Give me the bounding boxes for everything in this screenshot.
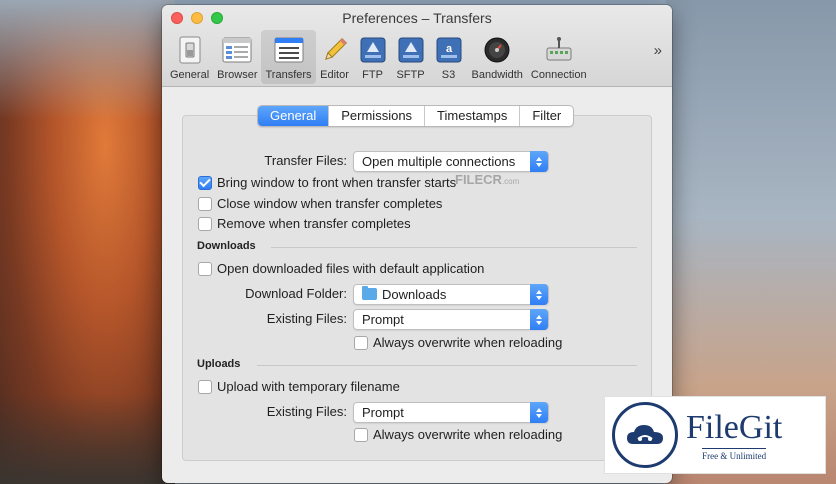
badge-name: FileGit [686, 408, 783, 446]
transfer-files-value: Open multiple connections [362, 154, 516, 169]
sftp-drive-icon [396, 35, 426, 65]
select-arrows-icon [530, 284, 548, 305]
remove-when-complete-checkbox[interactable] [198, 216, 212, 231]
toolbar-overflow-button[interactable]: » [654, 42, 662, 59]
filegit-badge: FileGit Free & Unlimited [604, 396, 826, 474]
download-existing-files-select[interactable]: Prompt [353, 309, 549, 330]
ftp-drive-icon [358, 35, 388, 65]
remove-when-complete-row[interactable]: Remove when transfer completes [198, 216, 411, 231]
download-always-overwrite-checkbox[interactable] [354, 335, 368, 350]
transfer-files-select[interactable]: Open multiple connections [353, 151, 549, 172]
select-arrows-icon [530, 151, 548, 172]
transfers-list-icon [274, 35, 304, 65]
toolbar-label: Transfers [265, 69, 312, 81]
bandwidth-gauge-icon [482, 35, 512, 65]
download-folder-value: Downloads [382, 287, 447, 302]
toolbar-connection[interactable]: Connection [527, 30, 591, 84]
remove-when-complete-label: Remove when transfer completes [217, 216, 411, 231]
toolbar-ftp[interactable]: FTP [354, 30, 392, 84]
bring-to-front-label: Bring window to front when transfer star… [217, 175, 457, 190]
toolbar-editor[interactable]: Editor [316, 30, 354, 84]
preferences-window: Preferences – Transfers General Browser … [162, 5, 672, 483]
downloads-heading: Downloads [197, 240, 256, 252]
connection-icon [544, 35, 574, 65]
toolbar-label: SFTP [396, 69, 425, 81]
close-window-row[interactable]: Close window when transfer completes [198, 196, 442, 211]
download-always-overwrite-label: Always overwrite when reloading [373, 335, 563, 350]
open-default-label: Open downloaded files with default appli… [217, 261, 485, 276]
downloads-separator [271, 247, 637, 248]
upload-existing-files-select[interactable]: Prompt [353, 402, 549, 423]
toolbar-label: Browser [217, 69, 258, 81]
desktop-wallpaper-valley [0, 394, 175, 484]
general-panel: Transfer Files: Open multiple connection… [182, 115, 652, 461]
s3-drive-icon: a [434, 35, 464, 65]
preferences-toolbar: General Browser Transfers Editor FTP SFT… [166, 30, 668, 84]
toolbar-label: Bandwidth [471, 69, 523, 81]
uploads-separator [257, 365, 637, 366]
badge-text: FileGit Free & Unlimited [686, 408, 783, 461]
tab-filter[interactable]: Filter [519, 106, 573, 126]
open-default-checkbox[interactable] [198, 261, 212, 276]
upload-always-overwrite-checkbox[interactable] [354, 427, 368, 442]
toolbar-bandwidth[interactable]: Bandwidth [468, 30, 527, 84]
badge-tagline: Free & Unlimited [702, 447, 767, 461]
close-window-label: Close window when transfer completes [217, 196, 443, 211]
toolbar-s3[interactable]: a S3 [430, 30, 468, 84]
toolbar-browser[interactable]: Browser [213, 30, 261, 84]
toolbar-label: General [170, 69, 210, 81]
title-bar: Preferences – Transfers General Browser … [162, 5, 672, 87]
toolbar-transfers[interactable]: Transfers [261, 30, 316, 84]
watermark-suffix: .com [501, 177, 520, 186]
upload-existing-files-value: Prompt [362, 405, 404, 420]
temp-filename-label: Upload with temporary filename [217, 379, 400, 394]
toolbar-general[interactable]: General [166, 30, 213, 84]
toolbar-label: Editor [320, 69, 349, 81]
tab-bar: General Permissions Timestamps Filter [257, 105, 575, 127]
toolbar-sftp[interactable]: SFTP [392, 30, 430, 84]
upload-always-overwrite-row[interactable]: Always overwrite when reloading [354, 427, 562, 442]
bring-to-front-checkbox[interactable] [198, 175, 212, 190]
tab-general[interactable]: General [258, 106, 329, 126]
browser-window-icon [222, 35, 252, 65]
upload-always-overwrite-label: Always overwrite when reloading [373, 427, 563, 442]
preferences-content: General Permissions Timestamps Filter Tr… [162, 88, 672, 483]
folder-icon [362, 286, 377, 300]
watermark-text: FILECR [455, 172, 502, 187]
download-existing-files-value: Prompt [362, 312, 404, 327]
toolbar-label: S3 [441, 69, 456, 81]
close-window-checkbox[interactable] [198, 196, 212, 211]
download-existing-files-label: Existing Files: [266, 311, 347, 326]
select-arrows-icon [530, 309, 548, 330]
toolbar-label: Connection [530, 69, 587, 81]
download-folder-select[interactable]: Downloads [353, 284, 549, 305]
toolbar-label: FTP [362, 69, 383, 81]
bring-to-front-row[interactable]: Bring window to front when transfer star… [198, 175, 456, 190]
switch-icon [175, 35, 205, 65]
temp-filename-row[interactable]: Upload with temporary filename [198, 379, 400, 394]
tab-permissions[interactable]: Permissions [328, 106, 424, 126]
window-title: Preferences – Transfers [342, 10, 492, 26]
cloud-icon [612, 402, 678, 468]
tab-timestamps[interactable]: Timestamps [424, 106, 519, 126]
watermark: FILECR.com [455, 172, 519, 187]
pencil-icon [320, 35, 350, 65]
svg-text:a: a [445, 43, 452, 55]
temp-filename-checkbox[interactable] [198, 379, 212, 394]
transfer-files-label: Transfer Files: [264, 153, 347, 168]
upload-existing-files-label: Existing Files: [266, 404, 347, 419]
download-always-overwrite-row[interactable]: Always overwrite when reloading [354, 335, 562, 350]
download-folder-label: Download Folder: [245, 286, 347, 301]
uploads-heading: Uploads [197, 358, 241, 370]
select-arrows-icon [530, 402, 548, 423]
open-default-row[interactable]: Open downloaded files with default appli… [198, 261, 484, 276]
